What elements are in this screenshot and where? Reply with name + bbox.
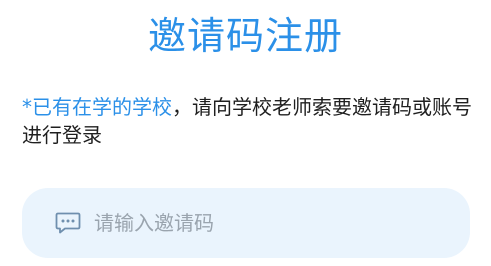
notice-text: *已有在学的学校，请向学校老师索要邀请码或账号进行登录	[22, 93, 482, 149]
invite-code-input[interactable]	[94, 202, 454, 244]
invite-code-field[interactable]	[22, 188, 470, 258]
page-title: 邀请码注册	[147, 14, 343, 58]
chat-bubble-icon	[55, 211, 81, 235]
notice-highlight: *已有在学的学校	[22, 95, 172, 119]
